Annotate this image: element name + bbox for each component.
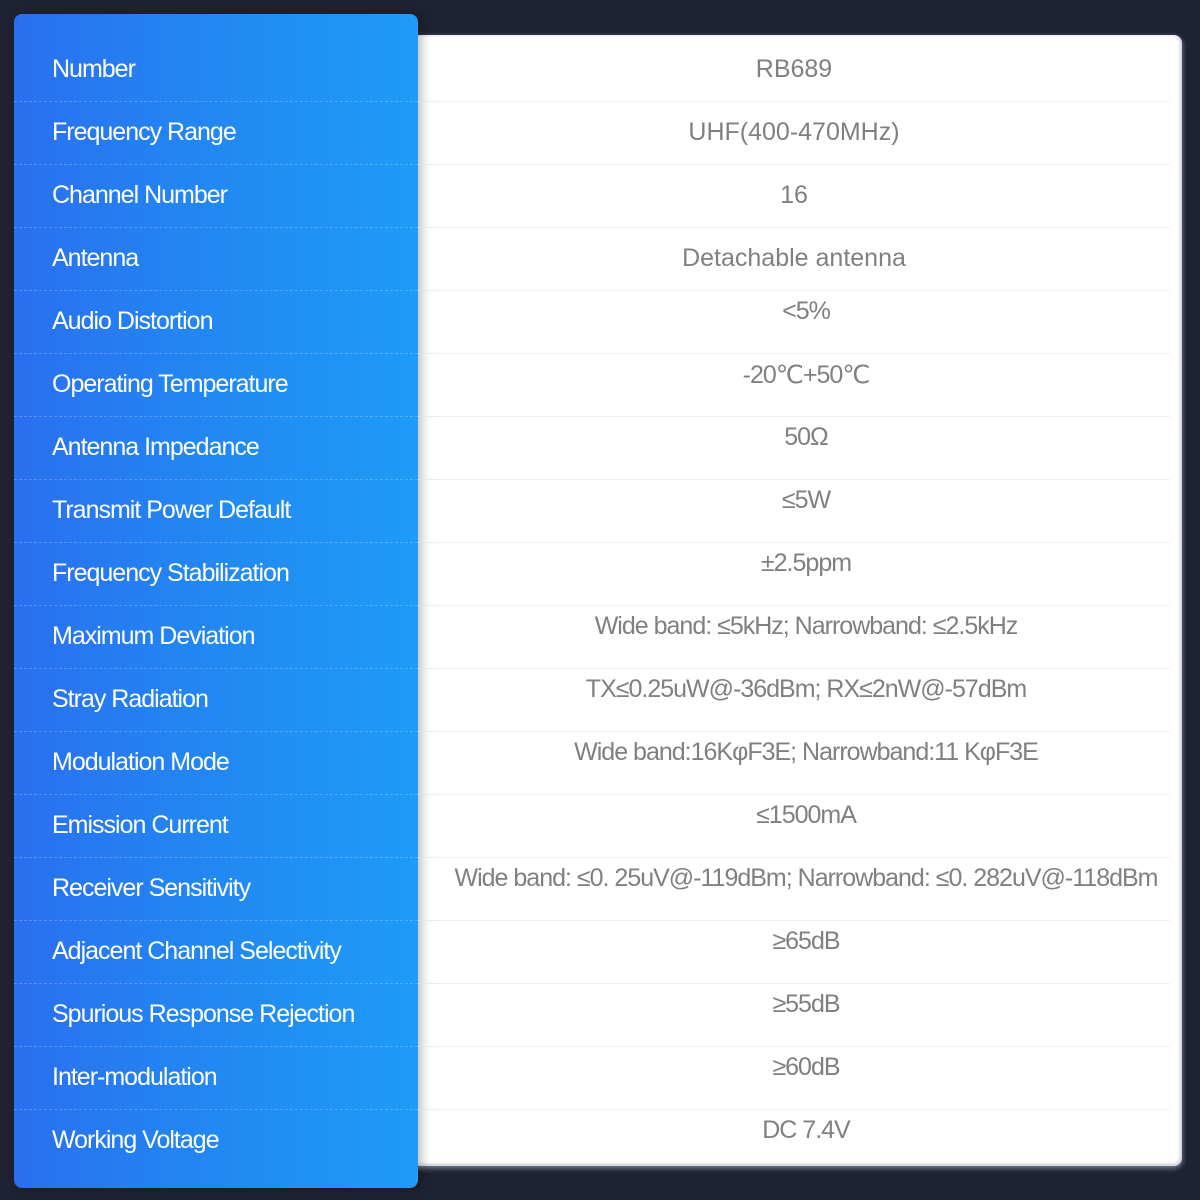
spec-label-row: Stray Radiation <box>14 668 418 732</box>
spec-label-row: Antenna Impedance <box>14 416 418 480</box>
spec-value-row: RB689 <box>418 38 1170 102</box>
spec-label: Modulation Mode <box>52 748 230 776</box>
spec-value: Wide band: ≤0. 25uV@-119dBm; Narrowband:… <box>454 864 1158 892</box>
spec-label: Adjacent Channel Selectivity <box>52 937 342 965</box>
spec-value: <5% <box>782 297 831 325</box>
spec-label-row: Number <box>14 38 418 102</box>
spec-label: Channel Number <box>52 181 228 209</box>
spec-value: ≤1500mA <box>756 801 857 829</box>
spec-label-row: Maximum Deviation <box>14 605 418 669</box>
spec-label-row: Inter-modulation <box>14 1046 418 1110</box>
spec-value: UHF(400-470MHz) <box>688 118 900 146</box>
spec-value-row: <5% <box>418 290 1170 354</box>
spec-value: 16 <box>780 181 808 209</box>
spec-value-row: Wide band: ≤5kHz; Narrowband: ≤2.5kHz <box>418 605 1170 669</box>
spec-value-row: ≥65dB <box>418 920 1170 984</box>
spec-value-row: TX≤0.25uW@-36dBm; RX≤2nW@-57dBm <box>418 668 1170 732</box>
spec-value: ≤5W <box>781 486 831 514</box>
spec-label: Working Voltage <box>52 1126 220 1154</box>
spec-label: Frequency Range <box>52 118 237 146</box>
spec-label: Audio Distortion <box>52 307 213 335</box>
spec-label: Transmit Power Default <box>52 496 291 524</box>
spec-value: ≥60dB <box>772 1053 840 1081</box>
spec-label: Receiver Sensitivity <box>52 874 251 902</box>
spec-value-row: ≥60dB <box>418 1046 1170 1110</box>
spec-value: -20℃+50℃ <box>742 360 871 389</box>
spec-label-row: Channel Number <box>14 164 418 228</box>
spec-label-row: Adjacent Channel Selectivity <box>14 920 418 984</box>
spec-label-row: Audio Distortion <box>14 290 418 354</box>
spec-value-row: UHF(400-470MHz) <box>418 101 1170 165</box>
spec-value-row: ≥55dB <box>418 983 1170 1047</box>
spec-value-row: ±2.5ppm <box>418 542 1170 606</box>
spec-value-row: Detachable antenna <box>418 227 1170 291</box>
spec-label: Inter-modulation <box>52 1063 218 1091</box>
spec-value: Detachable antenna <box>682 244 906 272</box>
spec-label-row: Receiver Sensitivity <box>14 857 418 921</box>
spec-value: DC 7.4V <box>762 1116 850 1144</box>
spec-value: ≥65dB <box>772 927 840 955</box>
spec-label: Antenna Impedance <box>52 433 260 461</box>
spec-label-row: Transmit Power Default <box>14 479 418 543</box>
spec-label: Stray Radiation <box>52 685 209 713</box>
spec-value: TX≤0.25uW@-36dBm; RX≤2nW@-57dBm <box>585 675 1027 703</box>
spec-label: Number <box>52 55 136 83</box>
spec-label: Emission Current <box>52 811 229 839</box>
spec-label: Antenna <box>52 244 139 272</box>
spec-value: ≥55dB <box>772 990 840 1018</box>
spec-label: Frequency Stabilization <box>52 559 290 587</box>
spec-value-row: Wide band: ≤0. 25uV@-119dBm; Narrowband:… <box>418 857 1170 921</box>
spec-value: ±2.5ppm <box>760 549 852 577</box>
spec-label-row: Modulation Mode <box>14 731 418 795</box>
spec-label-row: Spurious Response Rejection <box>14 983 418 1047</box>
spec-value-row: ≤5W <box>418 479 1170 543</box>
spec-value: RB689 <box>755 55 833 83</box>
spec-label-row: Emission Current <box>14 794 418 858</box>
spec-value-row: DC 7.4V <box>418 1109 1170 1172</box>
spec-label-row: Antenna <box>14 227 418 291</box>
spec-label-row: Frequency Stabilization <box>14 542 418 606</box>
spec-value: Wide band:16KφF3E; Narrowband:11 KφF3E <box>574 738 1039 766</box>
spec-label-row: Frequency Range <box>14 101 418 165</box>
spec-value-row: 16 <box>418 164 1170 228</box>
spec-labels-panel: Number Frequency Range Channel Number An… <box>14 14 418 1188</box>
spec-label-row: Operating Temperature <box>14 353 418 417</box>
spec-label: Operating Temperature <box>52 370 289 398</box>
spec-value-row: ≤1500mA <box>418 794 1170 858</box>
spec-label: Maximum Deviation <box>52 622 256 650</box>
spec-value-row: -20℃+50℃ <box>418 353 1170 417</box>
spec-value-row: Wide band:16KφF3E; Narrowband:11 KφF3E <box>418 731 1170 795</box>
spec-value: 50Ω <box>784 423 828 451</box>
spec-value-row: 50Ω <box>418 416 1170 480</box>
spec-label: Spurious Response Rejection <box>52 1000 355 1028</box>
spec-value: Wide band: ≤5kHz; Narrowband: ≤2.5kHz <box>594 612 1019 640</box>
spec-label-row: Working Voltage <box>14 1109 418 1172</box>
